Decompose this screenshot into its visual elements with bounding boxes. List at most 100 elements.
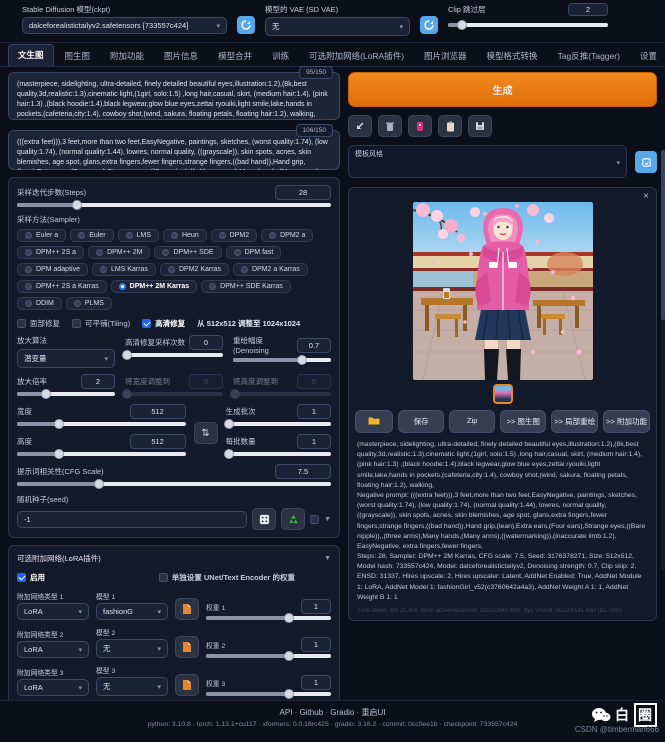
page-scrollbar[interactable] xyxy=(661,150,665,570)
lora-model-dropdown[interactable]: fashionG▾ xyxy=(96,603,168,620)
lora-weight-value[interactable]: 1 xyxy=(301,637,331,652)
lora-type-dropdown[interactable]: LoRA▾ xyxy=(17,679,89,696)
sampler-dpmpp-2s-a[interactable]: DPM++ 2S a xyxy=(17,246,84,259)
tab-settings[interactable]: 设置 xyxy=(631,46,665,66)
lora-weight-slider[interactable] xyxy=(206,692,331,696)
save-button[interactable]: 保存 xyxy=(398,410,444,433)
save-style-button[interactable] xyxy=(468,115,492,137)
sampler-lms-karras[interactable]: LMS Karras xyxy=(92,263,156,276)
lora-model-info-button[interactable] xyxy=(175,674,199,696)
scrollbar-thumb[interactable] xyxy=(661,150,665,320)
extra-networks-button[interactable] xyxy=(408,115,432,137)
clear-prompt-button[interactable] xyxy=(378,115,402,137)
upscale-by-slider[interactable] xyxy=(17,392,115,396)
tab-additional-networks[interactable]: 可选附加网络(LoRA插件) xyxy=(300,46,413,66)
generate-button[interactable]: 生成 xyxy=(348,72,657,107)
generated-image[interactable] xyxy=(413,202,593,380)
sampler-dpm2[interactable]: DPM2 xyxy=(211,229,257,242)
sampler-dpm2-a[interactable]: DPM2 a xyxy=(261,229,313,242)
tab-extras[interactable]: 附加功能 xyxy=(101,46,153,66)
clip-skip-slider[interactable] xyxy=(448,23,608,27)
sampler-dpmpp-2m[interactable]: DPM++ 2M xyxy=(88,246,150,259)
sampler-dpmpp-2s-a-karras[interactable]: DPM++ 2S a Karras xyxy=(17,280,107,293)
lora-type-dropdown[interactable]: LoRA▾ xyxy=(17,641,89,658)
sampler-dpmpp-sde[interactable]: DPM++ SDE xyxy=(154,246,221,259)
zip-button[interactable]: Zip xyxy=(449,410,495,433)
lora-model-info-button[interactable] xyxy=(175,636,199,658)
sampler-euler-a[interactable]: Euler a xyxy=(17,229,66,242)
lora-weight-value[interactable]: 1 xyxy=(301,599,331,614)
negative-prompt-textarea[interactable]: 106/150 (((extra feet))),3 feet,more tha… xyxy=(8,130,340,170)
reuse-seed-button[interactable] xyxy=(281,508,305,530)
api-link[interactable]: API xyxy=(280,708,293,717)
steps-value[interactable]: 28 xyxy=(275,185,331,200)
tiling-checkbox[interactable]: 可平铺(Tiling) xyxy=(72,318,130,329)
hires-steps-value[interactable]: 0 xyxy=(189,335,223,350)
upscale-by-value[interactable]: 2 xyxy=(81,374,115,389)
seed-input[interactable]: -1 xyxy=(17,511,247,528)
sampler-dpm-adaptive[interactable]: DPM adaptive xyxy=(17,263,88,276)
restore-faces-checkbox[interactable]: 面部修复 xyxy=(17,318,60,329)
batch-count-value[interactable]: 1 xyxy=(297,404,331,419)
sampler-heun[interactable]: Heun xyxy=(163,229,207,242)
send-to-inpaint-button[interactable]: >> 局部重绘 xyxy=(551,410,598,433)
width-value[interactable]: 512 xyxy=(130,404,186,419)
sampler-dpmpp-sde-karras[interactable]: DPM++ SDE Karras xyxy=(201,280,291,293)
github-link[interactable]: Github xyxy=(300,708,324,717)
tab-png-info[interactable]: 图片信息 xyxy=(155,46,207,66)
tab-tagger[interactable]: Tag反推(Tagger) xyxy=(549,46,629,66)
lora-enable-checkbox[interactable]: 启用 xyxy=(17,572,45,583)
sampler-dpm2-karras[interactable]: DPM2 Karras xyxy=(160,263,229,276)
hires-fix-checkbox[interactable]: 高清修复 xyxy=(142,318,185,329)
lora-separate-weights-checkbox[interactable]: 单独设置 UNet/Text Encoder 的权重 xyxy=(159,572,295,583)
gradio-link[interactable]: Gradio xyxy=(330,708,354,717)
lora-model-info-button[interactable] xyxy=(175,598,199,620)
send-to-img2img-button[interactable]: >> 图生图 xyxy=(500,410,546,433)
clip-skip-value[interactable]: 2 xyxy=(568,3,608,16)
height-slider[interactable] xyxy=(17,452,186,456)
batch-size-value[interactable]: 1 xyxy=(297,434,331,449)
close-icon[interactable]: × xyxy=(643,191,649,202)
cfg-scale-slider[interactable] xyxy=(17,482,331,486)
sampler-lms[interactable]: LMS xyxy=(118,229,159,242)
tab-checkpoint-merger[interactable]: 模型合并 xyxy=(209,46,261,66)
batch-count-slider[interactable] xyxy=(226,422,331,426)
reload-ui-link[interactable]: 重启UI xyxy=(361,708,385,717)
swap-dimensions-button[interactable]: ⇅ xyxy=(194,422,218,444)
sampler-plms[interactable]: PLMS xyxy=(66,297,112,310)
denoising-value[interactable]: 0.7 xyxy=(297,338,331,353)
denoising-slider[interactable] xyxy=(233,358,331,362)
vae-refresh-button[interactable] xyxy=(420,16,438,34)
lora-model-dropdown[interactable]: 无▾ xyxy=(96,639,168,658)
gallery-thumbnail[interactable] xyxy=(493,384,513,404)
checkpoint-refresh-button[interactable] xyxy=(237,16,255,34)
cfg-scale-value[interactable]: 7.5 xyxy=(275,464,331,479)
open-folder-button[interactable] xyxy=(355,410,393,433)
checkpoint-dropdown[interactable]: dalceforealistictailyv2.safetensors [733… xyxy=(22,17,227,34)
vae-dropdown[interactable]: 无 ▾ xyxy=(265,17,410,36)
send-to-extras-button[interactable]: >> 附加功能 xyxy=(603,410,650,433)
refresh-styles-button[interactable] xyxy=(635,151,657,173)
upscaler-dropdown[interactable]: 潜变量▾ xyxy=(17,349,115,368)
width-slider[interactable] xyxy=(17,422,186,426)
steps-slider[interactable] xyxy=(17,203,331,207)
lora-type-dropdown[interactable]: LoRA▾ xyxy=(17,603,89,620)
batch-size-slider[interactable] xyxy=(226,452,331,456)
tab-txt2img[interactable]: 文生图 xyxy=(8,44,54,66)
tab-model-converter[interactable]: 模型格式转换 xyxy=(478,46,547,66)
lora-model-dropdown[interactable]: 无▾ xyxy=(96,677,168,696)
tab-img2img[interactable]: 图生图 xyxy=(56,46,100,66)
extra-seed-checkbox[interactable] xyxy=(310,515,319,524)
lora-weight-slider[interactable] xyxy=(206,616,331,620)
styles-dropdown[interactable]: ▾ xyxy=(355,159,620,167)
lora-weight-slider[interactable] xyxy=(206,654,331,658)
sampler-ddim[interactable]: DDIM xyxy=(17,297,62,310)
sampler-dpm2-a-karras[interactable]: DPM2 a Karras xyxy=(233,263,308,276)
sampler-dpm-fast[interactable]: DPM fast xyxy=(226,246,282,259)
random-seed-button[interactable] xyxy=(252,508,276,530)
height-value[interactable]: 512 xyxy=(130,434,186,449)
read-params-button[interactable] xyxy=(348,115,372,137)
lora-weight-value[interactable]: 1 xyxy=(301,675,331,690)
sampler-dpmpp-2m-karras[interactable]: DPM++ 2M Karras xyxy=(111,280,198,293)
sampler-euler[interactable]: Euler xyxy=(70,229,113,242)
